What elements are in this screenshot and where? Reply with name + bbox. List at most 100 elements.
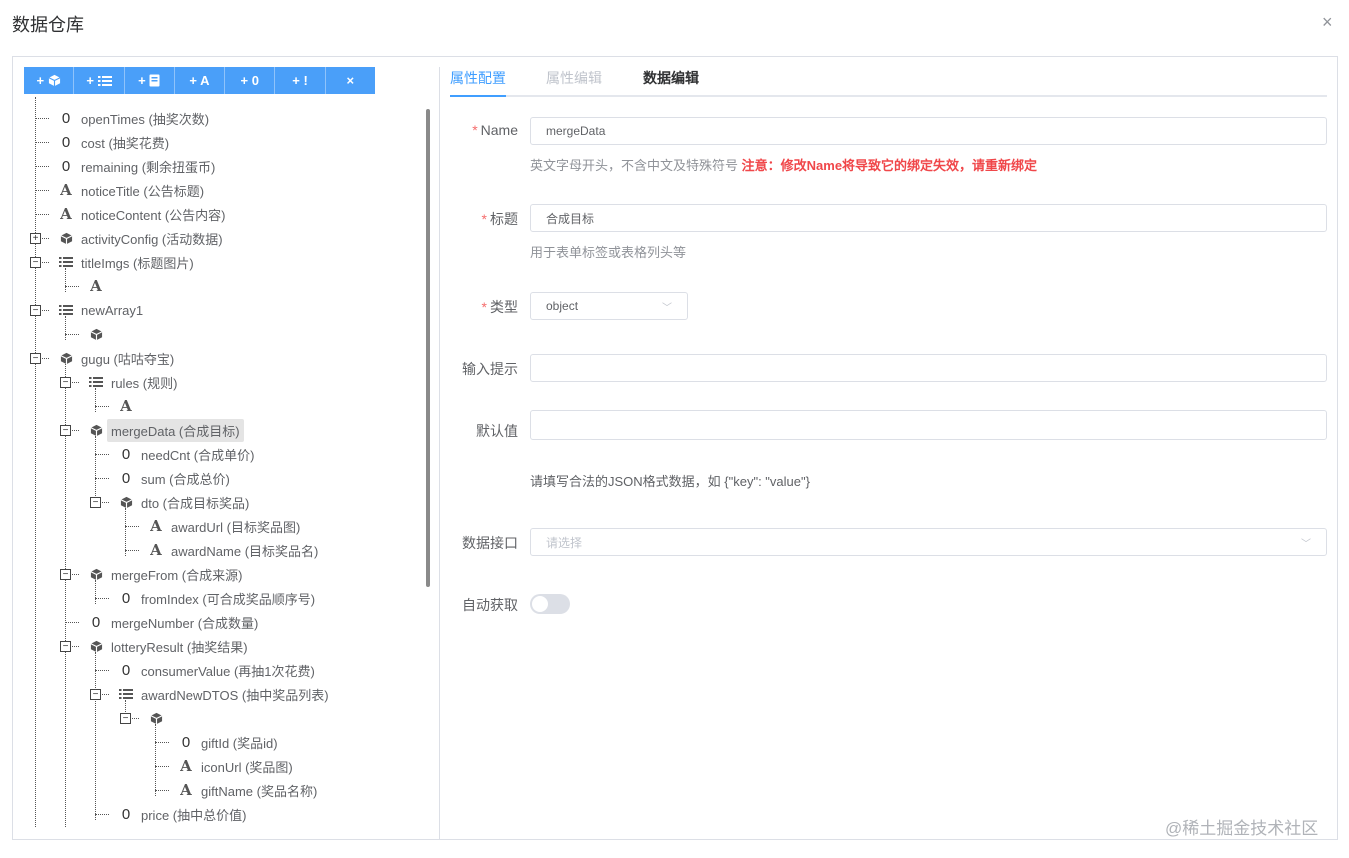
collapse-toggle[interactable]: − [60,641,71,652]
tab-data-edit[interactable]: 数据编辑 [643,68,699,88]
tree-node[interactable]: remaining (剩余扭蛋币) [77,154,219,178]
tree-node[interactable]: dto (合成目标奖品) [137,490,253,514]
text-icon: A [60,181,72,199]
tab-property-config[interactable]: 属性配置 [450,68,506,97]
object-icon [89,327,103,341]
tree-node[interactable]: mergeData (合成目标) [107,418,244,442]
dialog-title: 数据仓库 [12,15,84,35]
collapse-toggle[interactable]: − [30,305,41,316]
tree-node[interactable]: awardNewDTOS (抽中奖品列表) [137,682,333,706]
type-select[interactable]: object ﹀ [530,292,688,320]
tree-node[interactable]: mergeNumber (合成数量) [107,610,262,634]
add-list-button[interactable]: + [74,67,125,94]
add-text-button[interactable]: + A [175,67,226,94]
object-icon [119,495,133,509]
object-icon [149,711,163,725]
tree-node-label: mergeNumber (合成数量) [111,615,259,631]
title-hint: 用于表单标签或表格列头等 [530,245,687,260]
tree-node-label: activityConfig (活动数据) [81,231,223,247]
collapse-toggle[interactable]: − [30,257,41,268]
tree-node[interactable]: needCnt (合成单价) [137,442,258,466]
tree-node[interactable]: titleImgs (标题图片) [77,250,198,274]
number-icon: 0 [61,157,71,175]
tree-node[interactable]: awardUrl (目标奖品图) [167,514,304,538]
tree-node-label: lotteryResult (抽奖结果) [111,639,248,655]
collapse-toggle[interactable]: − [60,425,71,436]
tree-node[interactable]: fromIndex (可合成奖品顺序号) [137,586,319,610]
tree-node[interactable]: lotteryResult (抽奖结果) [107,634,252,658]
tree-connector [35,142,49,143]
title-input[interactable]: 合成目标 [530,204,1327,232]
tree-node[interactable]: newArray1 [77,298,147,322]
api-select[interactable]: 请选择 ﹀ [530,528,1327,556]
text-icon: A [150,517,162,535]
tab-property-edit[interactable]: 属性编辑 [546,68,602,88]
list-icon [59,255,73,269]
collapse-toggle[interactable]: − [90,689,101,700]
tree-node[interactable]: awardName (目标奖品名) [167,538,322,562]
tree-node[interactable]: mergeFrom (合成来源) [107,562,246,586]
default-textarea[interactable] [530,410,1327,440]
tree-line [95,580,96,604]
tree-node[interactable]: openTimes (抽奖次数) [77,106,213,130]
tree-node-label: needCnt (合成单价) [141,447,255,463]
collapse-toggle[interactable]: − [90,497,101,508]
tree-node[interactable]: giftId (奖品id) [197,730,282,754]
tree-connector [35,166,49,167]
collapse-toggle[interactable]: − [60,377,71,388]
tree-connector [155,742,169,743]
tree-node[interactable]: giftName (奖品名称) [197,778,321,802]
tree-connector [65,622,79,623]
delete-button[interactable]: × [326,67,375,94]
tree-node-label: price (抽中总价值) [141,807,247,823]
auto-fetch-switch[interactable] [530,594,570,614]
tree-connector [35,214,49,215]
tree-connector [155,790,169,791]
text-icon: A [180,757,192,775]
expand-toggle[interactable]: + [30,233,41,244]
tree-line [95,652,96,820]
tree-node-label: sum (合成总价) [141,471,230,487]
tree-node-label: openTimes (抽奖次数) [81,111,210,127]
tree-connector [65,286,79,287]
tree-line [35,97,36,827]
delete-icon: × [346,73,355,88]
tree-scrollbar[interactable] [426,109,430,587]
tree-node[interactable]: noticeTitle (公告标题) [77,178,208,202]
tree-connector [65,334,79,335]
tree-node[interactable]: consumerValue (再抽1次花费) [137,658,319,682]
number-icon: + 0 [240,73,259,88]
add-boolean-button[interactable]: + ! [275,67,326,94]
collapse-toggle[interactable]: − [30,353,41,364]
tree-node[interactable]: noticeContent (公告内容) [77,202,230,226]
list-icon [59,303,73,317]
default-hint: 请填写合法的JSON格式数据，如 {"key": "value"} [530,474,810,489]
text-icon: A [180,781,192,799]
collapse-toggle[interactable]: − [120,713,131,724]
tree-node[interactable]: price (抽中总价值) [137,802,250,826]
tree-node[interactable]: sum (合成总价) [137,466,234,490]
api-label: 数据接口 [462,535,518,551]
tree-node-label: remaining (剩余扭蛋币) [81,159,216,175]
chevron-down-icon: ﹀ [1301,538,1311,550]
tree-line [95,388,96,412]
tree-connector [125,550,139,551]
tree-node[interactable]: cost (抽奖花费) [77,130,173,154]
add-object-button[interactable]: + [24,67,75,94]
number-icon: 0 [121,469,131,487]
document-icon: + [138,73,160,88]
tree-node[interactable]: activityConfig (活动数据) [77,226,227,250]
tree-connector [35,118,49,119]
tree-node-label: cost (抽奖花费) [81,135,170,151]
name-input[interactable]: mergeData [530,117,1327,145]
tree-node[interactable]: iconUrl (奖品图) [197,754,297,778]
close-icon[interactable]: × [1322,12,1333,33]
watermark: @稀土掘金技术社区 [1165,819,1319,838]
tree-node[interactable]: gugu (咕咕夺宝) [77,346,178,370]
add-document-button[interactable]: + [125,67,175,94]
number-icon: 0 [121,661,131,679]
collapse-toggle[interactable]: − [60,569,71,580]
tree-node[interactable]: rules (规则) [107,370,181,394]
add-number-button[interactable]: + 0 [225,67,276,94]
placeholder-input[interactable] [530,354,1327,382]
